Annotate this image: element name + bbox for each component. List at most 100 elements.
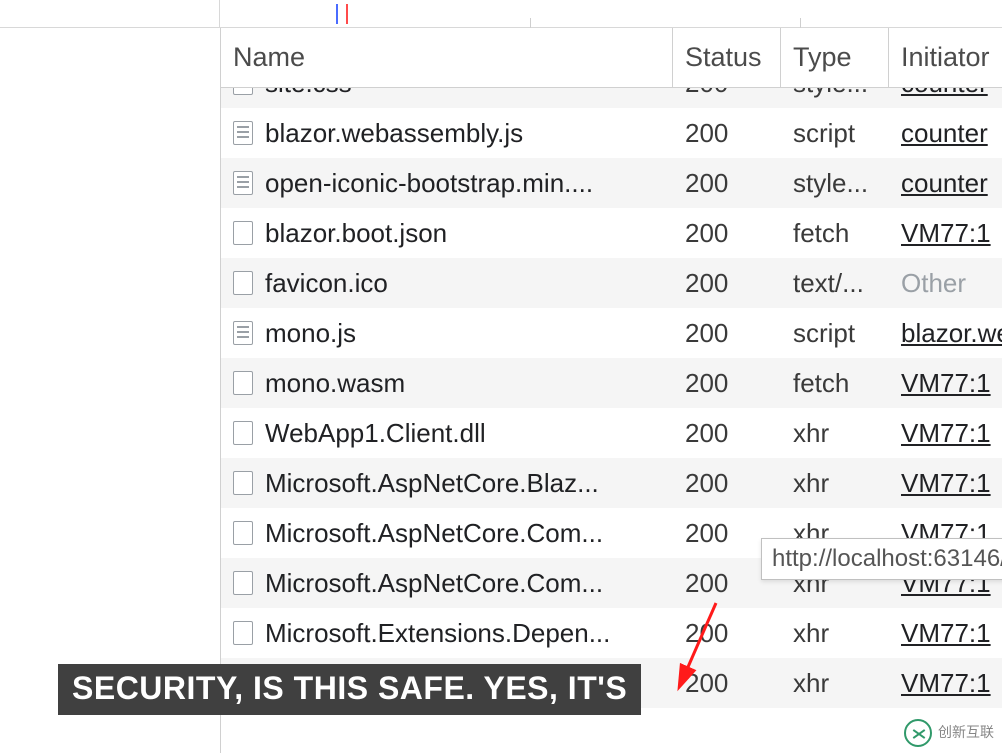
request-type: fetch xyxy=(781,218,889,249)
request-name-cell[interactable]: blazor.boot.json xyxy=(221,218,673,249)
request-type: xhr xyxy=(781,468,889,499)
request-status: 200 xyxy=(673,418,781,449)
network-request-row[interactable]: Microsoft.Extensions.Depen...200xhrVM77:… xyxy=(221,608,1002,658)
request-initiator[interactable]: VM77:1 xyxy=(901,418,991,448)
request-name: favicon.ico xyxy=(265,268,388,299)
watermark-logo-icon xyxy=(904,719,932,747)
request-name-cell[interactable]: blazor.webassembly.js xyxy=(221,118,673,149)
request-type: style... xyxy=(781,168,889,199)
request-name: site.css xyxy=(265,88,352,99)
request-name: blazor.webassembly.js xyxy=(265,118,523,149)
request-initiator: Other xyxy=(901,268,966,298)
file-icon xyxy=(233,271,253,295)
url-tooltip: http://localhost:63146/_framework/_ xyxy=(761,538,1002,580)
file-icon xyxy=(233,321,253,345)
request-initiator-cell[interactable]: VM77:1 xyxy=(889,368,1002,399)
column-header-type[interactable]: Type xyxy=(781,28,889,87)
file-icon xyxy=(233,471,253,495)
column-header-initiator[interactable]: Initiator xyxy=(889,28,1002,87)
request-name: open-iconic-bootstrap.min.... xyxy=(265,168,593,199)
request-status: 200 xyxy=(673,668,781,699)
request-initiator[interactable]: VM77:1 xyxy=(901,468,991,498)
request-name: mono.wasm xyxy=(265,368,405,399)
request-name-cell[interactable]: WebApp1.Client.dll xyxy=(221,418,673,449)
request-type: xhr xyxy=(781,618,889,649)
request-initiator[interactable]: VM77:1 xyxy=(901,618,991,648)
network-request-row[interactable]: blazor.webassembly.js200scriptcounter xyxy=(221,108,1002,158)
request-initiator[interactable]: counter xyxy=(901,88,988,98)
request-initiator-cell[interactable]: counter xyxy=(889,168,1002,199)
network-rows-viewport[interactable]: site.css200style...counterblazor.webasse… xyxy=(221,88,1002,753)
request-name: Microsoft.AspNetCore.Com... xyxy=(265,568,603,599)
request-name-cell[interactable]: Microsoft.AspNetCore.Com... xyxy=(221,518,673,549)
request-status: 200 xyxy=(673,318,781,349)
request-status: 200 xyxy=(673,168,781,199)
request-name: Microsoft.AspNetCore.Com... xyxy=(265,518,603,549)
request-type: xhr xyxy=(781,668,889,699)
timeline-strip xyxy=(0,0,1002,28)
timeline-marker-load xyxy=(336,4,338,24)
request-status: 200 xyxy=(673,468,781,499)
request-initiator[interactable]: blazor.we xyxy=(901,318,1002,348)
request-status: 200 xyxy=(673,368,781,399)
request-name-cell[interactable]: mono.js xyxy=(221,318,673,349)
request-name-cell[interactable]: Microsoft.Extensions.Depen... xyxy=(221,618,673,649)
request-name-cell[interactable]: favicon.ico xyxy=(221,268,673,299)
request-initiator-cell[interactable]: blazor.we xyxy=(889,318,1002,349)
request-name-cell[interactable]: mono.wasm xyxy=(221,368,673,399)
request-initiator[interactable]: VM77:1 xyxy=(901,368,991,398)
request-name: Microsoft.AspNetCore.Blaz... xyxy=(265,468,599,499)
column-header-name[interactable]: Name xyxy=(221,28,673,87)
file-icon xyxy=(233,421,253,445)
file-icon xyxy=(233,371,253,395)
request-name: blazor.boot.json xyxy=(265,218,447,249)
request-initiator-cell[interactable]: VM77:1 xyxy=(889,618,1002,649)
network-request-row[interactable]: favicon.ico200text/...Other xyxy=(221,258,1002,308)
request-name-cell[interactable]: site.css xyxy=(221,88,673,99)
network-request-row[interactable]: Microsoft.AspNetCore.Blaz... 200xhr VM77:1 xyxy=(221,458,1002,508)
network-request-row[interactable]: WebApp1.Client.dll200xhrVM77:1 xyxy=(221,408,1002,458)
file-icon xyxy=(233,121,253,145)
request-status: 200 xyxy=(673,218,781,249)
request-initiator-cell[interactable]: VM77:1 xyxy=(889,668,1002,699)
request-name-cell[interactable]: Microsoft.AspNetCore.Blaz... xyxy=(221,468,673,499)
request-name-cell[interactable]: Microsoft.AspNetCore.Com... xyxy=(221,568,673,599)
request-initiator[interactable]: counter xyxy=(901,168,988,198)
request-status: 200 xyxy=(673,118,781,149)
request-type: style... xyxy=(781,88,889,99)
request-type: fetch xyxy=(781,368,889,399)
file-icon xyxy=(233,171,253,195)
request-initiator[interactable]: counter xyxy=(901,118,988,148)
file-icon xyxy=(233,221,253,245)
network-request-row[interactable]: site.css 200style... counter xyxy=(221,88,1002,108)
video-caption: SECURITY, IS THIS SAFE. YES, IT'S xyxy=(58,664,641,715)
request-status: 200 xyxy=(673,88,781,99)
file-icon xyxy=(233,88,253,95)
request-initiator-cell[interactable]: VM77:1 xyxy=(889,218,1002,249)
request-initiator-cell[interactable]: counter xyxy=(889,118,1002,149)
request-initiator-cell[interactable]: Other xyxy=(889,268,1002,299)
network-panel: Name Status Type Initiator site.css200st… xyxy=(220,28,1002,753)
network-request-row[interactable]: mono.js200scriptblazor.we xyxy=(221,308,1002,358)
request-initiator[interactable]: VM77:1 xyxy=(901,668,991,698)
column-header-status[interactable]: Status xyxy=(673,28,781,87)
request-name: Microsoft.Extensions.Depen... xyxy=(265,618,610,649)
request-initiator-cell[interactable]: VM77:1 xyxy=(889,418,1002,449)
network-request-row[interactable]: mono.wasm 200fetch VM77:1 xyxy=(221,358,1002,408)
timeline-tick xyxy=(800,18,801,28)
request-name: mono.js xyxy=(265,318,356,349)
request-initiator-cell[interactable]: counter xyxy=(889,88,1002,99)
file-icon xyxy=(233,571,253,595)
file-icon xyxy=(233,621,253,645)
network-header-row: Name Status Type Initiator xyxy=(221,28,1002,88)
request-status: 200 xyxy=(673,268,781,299)
watermark: 创新互联 xyxy=(904,719,994,747)
file-icon xyxy=(233,521,253,545)
watermark-text: 创新互联 xyxy=(938,725,994,740)
request-initiator-cell[interactable]: VM77:1 xyxy=(889,468,1002,499)
network-request-row[interactable]: blazor.boot.json 200fetch VM77:1 xyxy=(221,208,1002,258)
network-request-row[interactable]: open-iconic-bootstrap.min.... 200style...… xyxy=(221,158,1002,208)
request-initiator[interactable]: VM77:1 xyxy=(901,218,991,248)
timeline-left-pane xyxy=(0,0,220,27)
request-name-cell[interactable]: open-iconic-bootstrap.min.... xyxy=(221,168,673,199)
